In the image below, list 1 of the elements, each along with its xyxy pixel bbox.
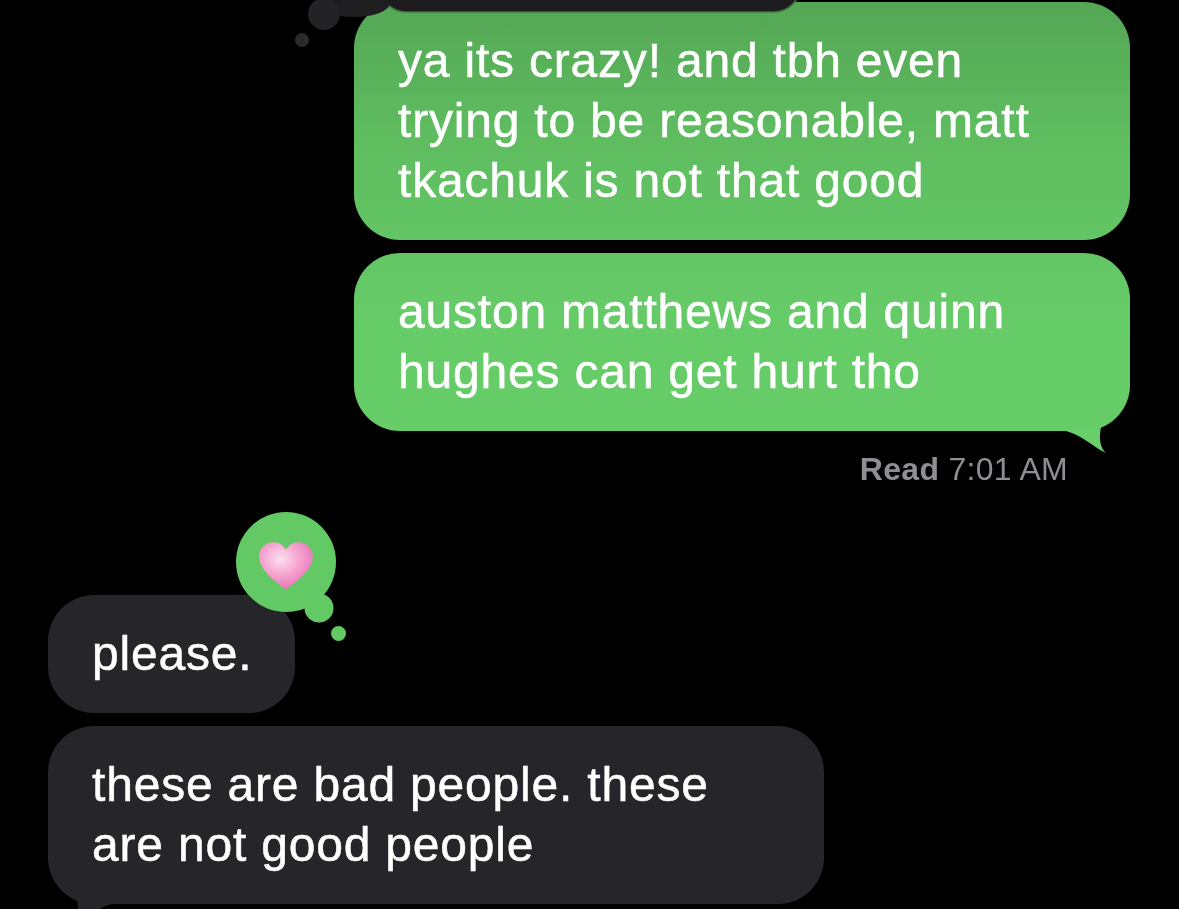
read-receipt: Read 7:01 AM	[859, 451, 1068, 487]
